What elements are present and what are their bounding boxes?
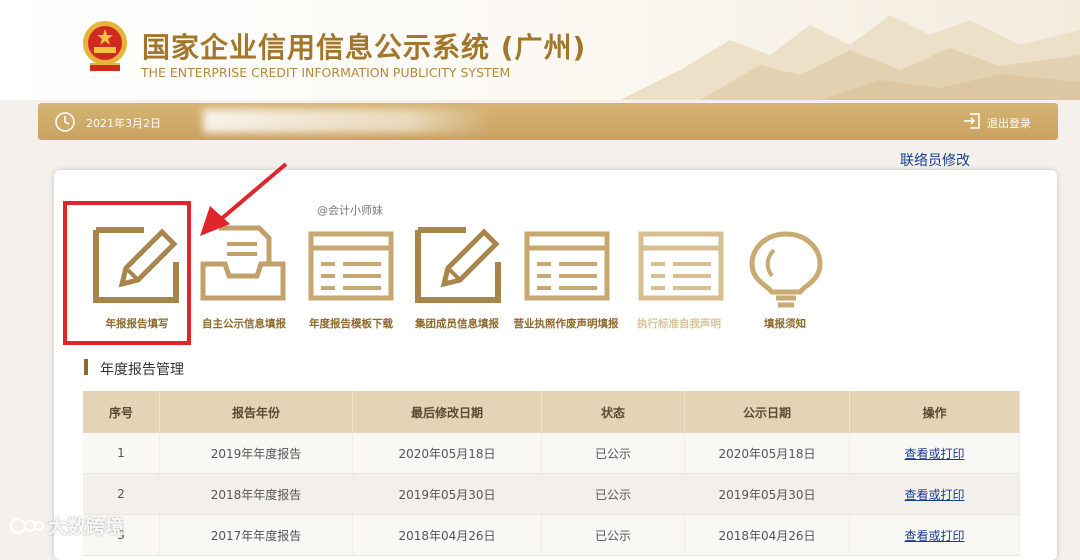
logout-icon[interactable]: [962, 111, 982, 131]
icon-label-template-download: 年度报告模板下载: [309, 318, 393, 330]
column-header: 公示日期: [684, 391, 850, 433]
clock-icon: [55, 112, 75, 132]
cell-publish-date: 2020年05月18日: [684, 433, 850, 474]
column-header: 操作: [849, 391, 1020, 433]
lightbulb-icon: [749, 231, 823, 308]
site-header: 国家企业信用信息公示系统 (广州) THE ENTERPRISE CREDIT …: [0, 0, 1080, 100]
cell-publish-date: 2018年04月26日: [684, 514, 850, 556]
section-title: 年度报告管理: [100, 362, 184, 378]
user-bar: 2021年3月2日 退出登录: [38, 103, 1058, 140]
highlight-box: [63, 201, 191, 345]
report-template-download-button[interactable]: [306, 230, 396, 302]
cell-index: 1: [83, 433, 160, 474]
arrow-annotation-icon: [200, 162, 288, 236]
system-title: 国家企业信用信息公示系统 (广州): [142, 31, 587, 64]
table-row: 3 2017年年度报告 2018年04月26日 已公示 2018年04月26日 …: [83, 514, 1020, 556]
cell-status: 已公示: [541, 473, 685, 515]
view-print-link[interactable]: 查看或打印: [904, 488, 964, 502]
group-member-fill-button[interactable]: [414, 222, 504, 304]
table-header-row: 序号 报告年份 最后修改日期 状态 公示日期 操作: [83, 391, 1020, 433]
column-header: 报告年份: [159, 391, 353, 433]
column-header: 最后修改日期: [352, 391, 542, 433]
liaison-edit-link[interactable]: 联络员修改: [900, 150, 970, 170]
corner-watermark: 大数跨境: [10, 512, 124, 539]
view-print-link[interactable]: 查看或打印: [904, 529, 964, 543]
redacted-company-name: [203, 109, 493, 133]
pencil-edit-icon: [415, 227, 501, 303]
system-title-english: THE ENTERPRISE CREDIT INFORMATION PUBLIC…: [141, 65, 511, 80]
icon-label-group-member: 集团成员信息填报: [415, 318, 499, 330]
cell-index: 2: [83, 473, 160, 515]
cell-status: 已公示: [541, 433, 685, 474]
column-header: 状态: [541, 391, 685, 433]
filing-notice-button[interactable]: [744, 228, 828, 308]
icon-label-license-void: 营业执照作废声明填报: [513, 318, 619, 330]
document-template-icon: [308, 231, 394, 301]
annual-report-table: 序号 报告年份 最后修改日期 状态 公示日期 操作 1 2019年年度报告 20…: [83, 391, 1020, 556]
mountain-background: [620, 15, 1080, 100]
cell-report-year: 2019年年度报告: [159, 433, 353, 474]
corner-watermark-text: 大数跨境: [48, 516, 125, 538]
document-template-icon: [638, 231, 724, 301]
logout-link[interactable]: 退出登录: [987, 115, 1031, 131]
national-emblem-icon: [83, 21, 127, 71]
license-void-statement-button[interactable]: [522, 230, 612, 302]
standard-self-declaration-button[interactable]: [636, 230, 726, 302]
document-template-icon: [524, 231, 610, 301]
cell-status: 已公示: [541, 514, 685, 556]
cell-report-year: 2018年年度报告: [159, 473, 353, 515]
cell-modified-date: 2018年04月26日: [352, 514, 542, 556]
icon-label-filing-notice: 填报须知: [764, 318, 806, 330]
table-row: 1 2019年年度报告 2020年05月18日 已公示 2020年05月18日 …: [83, 433, 1020, 474]
brand-logo-icon: [10, 517, 44, 534]
view-print-link[interactable]: 查看或打印: [904, 447, 964, 461]
icon-label-standard-declaration: 执行标准自我声明: [637, 318, 721, 330]
watermark-text: @会计小师妹: [317, 204, 383, 217]
icon-label-self-disclosure: 自主公示信息填报: [202, 318, 286, 330]
column-header: 序号: [83, 391, 160, 433]
cell-publish-date: 2019年05月30日: [684, 473, 850, 515]
cell-report-year: 2017年年度报告: [159, 514, 353, 556]
cell-modified-date: 2020年05月18日: [352, 433, 542, 474]
section-marker: [84, 359, 88, 375]
current-date: 2021年3月2日: [86, 117, 161, 130]
cell-modified-date: 2019年05月30日: [352, 473, 542, 515]
table-row: 2 2018年年度报告 2019年05月30日 已公示 2019年05月30日 …: [83, 473, 1020, 515]
